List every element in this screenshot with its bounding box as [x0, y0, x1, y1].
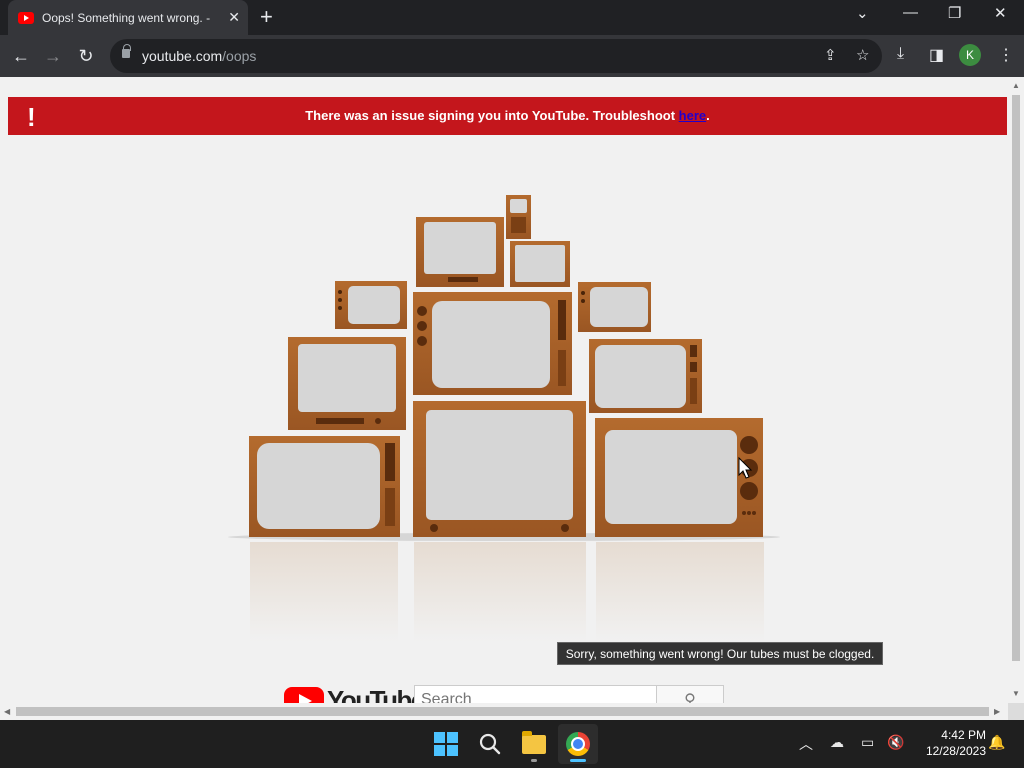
tab-search-icon[interactable]: ⌄ [856, 4, 869, 22]
volume-muted-icon[interactable]: 🔇 [887, 734, 904, 751]
error-banner: ! There was an issue signing you into Yo… [8, 97, 1007, 135]
browser-tab[interactable]: Oops! Something went wrong. - ✕ [8, 0, 248, 35]
scrollbar-corner [1008, 703, 1024, 720]
chrome-taskbar-button[interactable] [558, 724, 598, 764]
lock-icon[interactable] [122, 44, 131, 58]
onedrive-offline-icon[interactable]: ☁ [830, 734, 844, 751]
back-button[interactable]: ← [8, 43, 34, 69]
browser-toolbar: ← → ↻ youtube.com/oops ⇪ ☆ ⤓ ◨ K ⋮ [0, 35, 1024, 77]
clock-time: 4:42 PM [941, 728, 986, 742]
tab-close-icon[interactable]: ✕ [228, 9, 240, 26]
taskbar-clock[interactable]: 4:42 PM 12/28/2023 [916, 727, 986, 759]
minimize-button[interactable]: — [903, 4, 918, 21]
notification-bell-icon[interactable]: 🔔 [988, 734, 1005, 751]
tab-title: Oops! Something went wrong. - [42, 10, 211, 25]
troubleshoot-link[interactable]: here [679, 108, 706, 123]
tab-bar: Oops! Something went wrong. - ✕ + ⌄ — ❐ … [0, 0, 1024, 35]
tv-reflection [414, 542, 586, 642]
bookmark-star-icon[interactable]: ☆ [856, 46, 869, 64]
tv-reflection [250, 542, 398, 642]
tv-reflection [596, 542, 764, 642]
address-bar[interactable]: youtube.com/oops ⇪ ☆ [110, 39, 882, 73]
banner-message: There was an issue signing you into YouT… [305, 108, 710, 123]
search-taskbar-button[interactable] [470, 724, 510, 764]
profile-avatar[interactable]: K [959, 44, 981, 66]
url-text[interactable]: youtube.com/oops [142, 48, 256, 64]
windows-logo-icon [434, 732, 458, 756]
tv-right-small [578, 282, 651, 332]
tv-top-center [510, 241, 570, 287]
tv-bottom-center [413, 401, 586, 537]
youtube-favicon-icon [18, 11, 34, 24]
scroll-left-icon[interactable]: ◀ [4, 707, 10, 716]
network-icon[interactable]: ▭ [861, 734, 874, 751]
tv-tiny [506, 195, 531, 239]
tv-right-mid [589, 339, 702, 413]
forward-button[interactable]: → [40, 43, 66, 69]
file-explorer-button[interactable] [514, 724, 554, 764]
folder-icon [522, 730, 546, 754]
restore-button[interactable]: ❐ [948, 4, 961, 22]
tv-left-small [335, 281, 407, 329]
vertical-scroll-thumb[interactable] [1012, 95, 1020, 661]
start-button[interactable] [426, 724, 466, 764]
windows-taskbar: ︿ ☁ ▭ 🔇 4:42 PM 12/28/2023 🔔 [0, 720, 1024, 768]
reload-button[interactable]: ↻ [73, 43, 99, 69]
tv-top-left [416, 217, 504, 287]
chrome-icon [566, 732, 590, 756]
tv-bottom-right [595, 418, 763, 537]
broken-tvs-illustration [228, 195, 780, 642]
magnifier-icon [479, 733, 501, 755]
tray-overflow-chevron-icon[interactable]: ︿ [799, 734, 813, 754]
tv-center-big [413, 292, 572, 395]
menu-kebab-icon[interactable]: ⋮ [998, 45, 1014, 65]
horizontal-scroll-thumb[interactable] [16, 707, 989, 716]
scroll-right-icon[interactable]: ▶ [994, 707, 1000, 716]
tv-bottom-left [249, 436, 400, 537]
share-icon[interactable]: ⇪ [824, 46, 837, 64]
download-icon[interactable]: ⤓ [897, 45, 904, 63]
scroll-down-icon[interactable]: ▼ [1012, 689, 1020, 698]
new-tab-button[interactable]: + [260, 4, 273, 30]
horizontal-scrollbar[interactable]: ◀ ▶ [0, 703, 1024, 720]
side-panel-icon[interactable]: ◨ [929, 45, 944, 65]
error-tooltip: Sorry, something went wrong! Our tubes m… [557, 642, 883, 665]
tv-left-mid [288, 337, 406, 430]
close-window-button[interactable]: ✕ [994, 4, 1007, 22]
page-viewport: ! There was an issue signing you into Yo… [0, 77, 1024, 720]
vertical-scrollbar[interactable]: ▲ ▼ [1008, 77, 1024, 703]
scroll-up-icon[interactable]: ▲ [1012, 81, 1020, 90]
clock-date: 12/28/2023 [925, 744, 986, 758]
